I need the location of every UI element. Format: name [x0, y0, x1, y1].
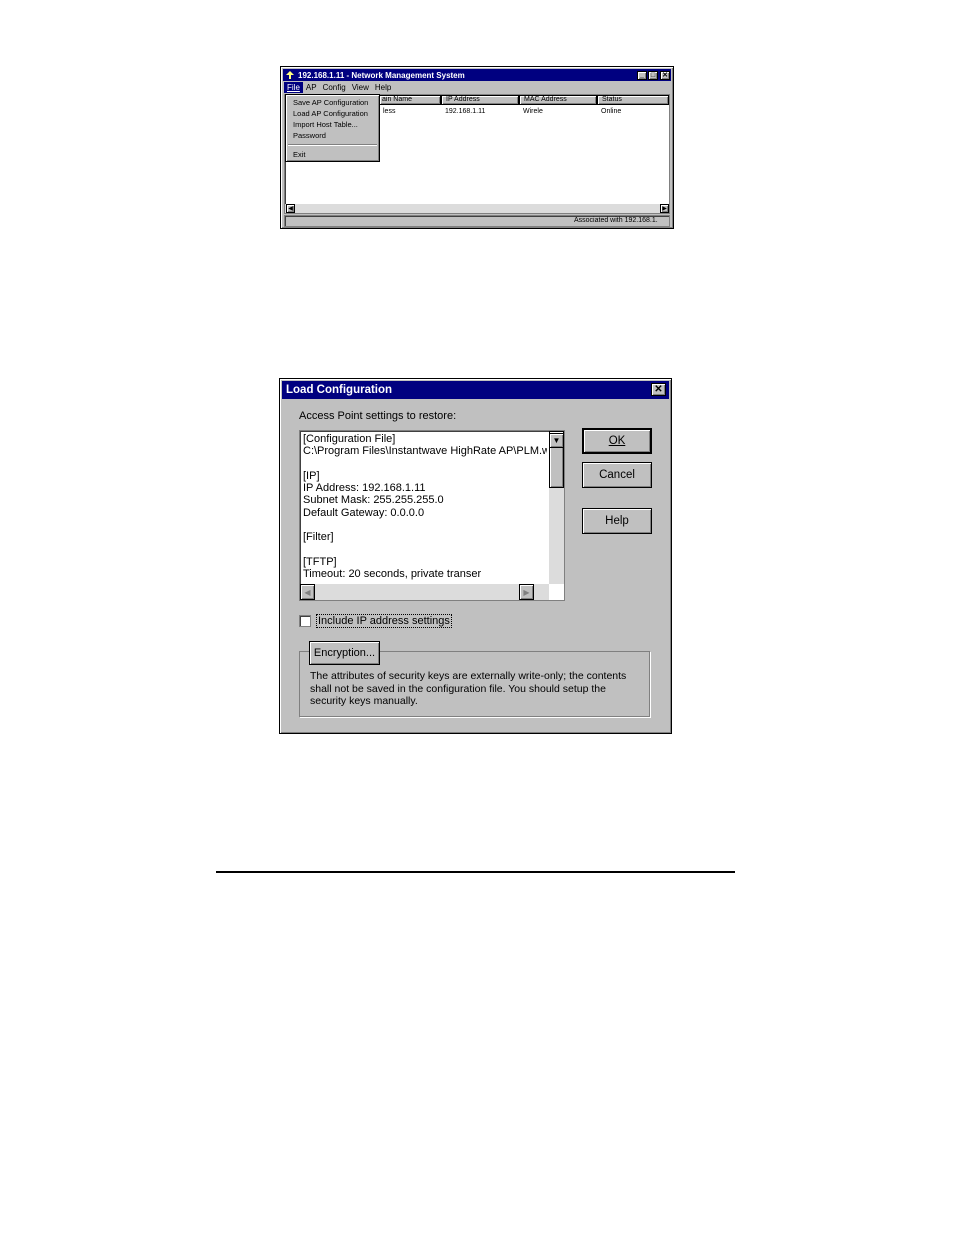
config-line [303, 458, 547, 470]
ok-button[interactable]: OK [582, 428, 652, 454]
menu-help[interactable]: Help [372, 82, 394, 93]
settings-label: Access Point settings to restore: [299, 410, 457, 422]
ok-label: OK [608, 435, 626, 447]
load-configuration-dialog: Load Configuration ✕ Access Point settin… [279, 378, 672, 734]
horizontal-scrollbar[interactable]: ◀ ▶ [285, 204, 669, 213]
scroll-left-icon[interactable]: ◀ [286, 204, 295, 213]
menu-config[interactable]: Config [320, 82, 349, 93]
cancel-label: Cancel [599, 469, 635, 481]
minimize-icon[interactable]: _ [637, 70, 647, 80]
nms-window: 192.168.1.11 - Network Management System… [280, 66, 674, 229]
checkbox-box[interactable] [299, 615, 311, 627]
include-ip-checkbox[interactable]: Include IP address settings [299, 614, 452, 628]
menu-ap[interactable]: AP [303, 82, 320, 93]
network-app-icon [285, 71, 295, 79]
config-line: [IP] [303, 469, 320, 482]
file-menu-dropdown: Save AP Configuration Load AP Configurat… [285, 94, 380, 162]
config-line: C:\Program Files\Instantwave HighRate AP… [303, 445, 547, 458]
encryption-label: Encryption... [313, 647, 376, 659]
menu-view[interactable]: View [349, 82, 372, 93]
status-bar: Associated with 192.168.1. [284, 215, 670, 227]
config-line [303, 519, 547, 531]
config-line: [Filter] [303, 531, 334, 544]
nms-titlebar[interactable]: 192.168.1.11 - Network Management System… [283, 69, 671, 81]
nms-title: 192.168.1.11 - Network Management System [298, 70, 465, 80]
horizontal-scrollbar[interactable]: ◀ ▶ [300, 584, 549, 600]
menu-file[interactable]: File [284, 82, 303, 93]
config-line: IP Address: 192.168.1.11 [303, 482, 426, 495]
settings-textarea[interactable]: [Configuration File] C:\Program Files\In… [299, 430, 565, 601]
table-cell: Online [601, 108, 622, 115]
table-cell: 192.168.1.11 [445, 108, 486, 115]
menu-item-load-ap-config[interactable]: Load AP Configuration [286, 108, 379, 119]
dialog-titlebar[interactable]: Load Configuration ✕ [282, 381, 669, 399]
config-line: [Configuration File] [303, 433, 396, 445]
close-icon[interactable]: ✕ [660, 70, 670, 80]
menu-item-save-ap-config[interactable]: Save AP Configuration [286, 97, 379, 108]
column-header[interactable]: ain Name [379, 95, 441, 105]
scroll-right-icon[interactable]: ▶ [519, 584, 534, 600]
column-header[interactable]: IP Address [441, 95, 519, 105]
column-header[interactable]: MAC Address [519, 95, 597, 105]
scroll-right-icon[interactable]: ▶ [660, 204, 669, 213]
config-line: [TFTP] [303, 555, 337, 568]
dialog-title: Load Configuration [286, 384, 393, 396]
divider [216, 871, 735, 873]
column-header[interactable]: Status [597, 95, 669, 105]
config-line: Default Gateway: 0.0.0.0 [303, 506, 425, 519]
menu-item-exit[interactable]: Exit [286, 149, 379, 160]
include-ip-label: Include IP address settings [316, 614, 452, 628]
table-cell: Wirele [523, 108, 543, 115]
scroll-thumb[interactable] [549, 446, 564, 488]
config-line [303, 544, 547, 556]
menu-item-import-host-table[interactable]: Import Host Table... [286, 119, 379, 130]
close-icon[interactable]: ✕ [651, 383, 666, 396]
help-button[interactable]: Help [582, 508, 652, 534]
scroll-down-icon[interactable]: ▼ [549, 433, 564, 448]
vertical-scrollbar[interactable]: ▲ ▼ [549, 431, 564, 584]
config-line: Subnet Mask: 255.255.255.0 [303, 494, 444, 507]
config-line: Timeout: 20 seconds, private transer [303, 568, 482, 581]
maximize-icon[interactable]: □ [648, 70, 658, 80]
menu-bar: File AP Config View Help [284, 82, 394, 93]
table-cell: less [383, 108, 396, 115]
cancel-button[interactable]: Cancel [582, 462, 652, 488]
status-text: Associated with 192.168.1. [574, 217, 658, 224]
security-note: The attributes of security keys are exte… [310, 670, 627, 707]
scroll-left-icon[interactable]: ◀ [300, 584, 315, 600]
settings-text: [Configuration File] C:\Program Files\In… [303, 433, 547, 584]
encryption-button[interactable]: Encryption... [309, 641, 380, 665]
menu-separator [288, 144, 377, 146]
help-label: Help [605, 515, 629, 527]
menu-item-password[interactable]: Password [286, 130, 379, 141]
